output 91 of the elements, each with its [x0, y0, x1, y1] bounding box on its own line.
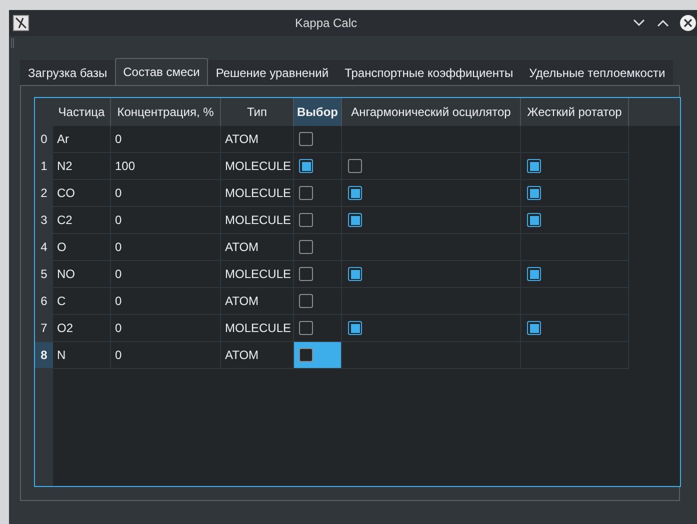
- minimize-icon[interactable]: [633, 19, 645, 27]
- table-cell: CO: [53, 180, 111, 207]
- checkbox[interactable]: [348, 321, 362, 335]
- table-cell: 0: [111, 261, 221, 288]
- column-header[interactable]: Ангармонический осцилятор: [342, 98, 521, 126]
- maximize-icon[interactable]: [657, 19, 669, 27]
- tab[interactable]: Загрузка базы: [20, 60, 116, 85]
- table-cell[interactable]: [342, 126, 521, 153]
- table-cell[interactable]: [342, 207, 521, 234]
- row-header[interactable]: 4: [35, 234, 53, 261]
- tab[interactable]: Решение уравнений: [208, 60, 337, 85]
- checkbox[interactable]: [299, 159, 313, 173]
- tab[interactable]: Транспортные коэффициенты: [336, 60, 522, 85]
- table-cell[interactable]: [521, 261, 629, 288]
- checkbox[interactable]: [348, 159, 362, 173]
- table-cell[interactable]: [342, 342, 521, 369]
- checkbox[interactable]: [348, 186, 362, 200]
- table-cell: C: [53, 288, 111, 315]
- table-cell: MOLECULE: [221, 153, 294, 180]
- table-cell[interactable]: [294, 234, 342, 261]
- checkbox[interactable]: [348, 213, 362, 227]
- checkbox[interactable]: [527, 213, 541, 227]
- table-cell: MOLECULE: [221, 315, 294, 342]
- table-cell: Ar: [53, 126, 111, 153]
- checkbox[interactable]: [299, 186, 313, 200]
- table-cell[interactable]: [342, 261, 521, 288]
- table-cell: 0: [111, 207, 221, 234]
- checkbox[interactable]: [527, 321, 541, 335]
- table-cell[interactable]: [521, 315, 629, 342]
- table-cell: 0: [111, 180, 221, 207]
- column-header[interactable]: Частица: [53, 98, 111, 126]
- table-cell: O: [53, 234, 111, 261]
- checkbox[interactable]: [299, 213, 313, 227]
- column-header[interactable]: Жесткий ротатор: [521, 98, 629, 126]
- table-cell: O2: [53, 315, 111, 342]
- table-cell: MOLECULE: [221, 261, 294, 288]
- table-cell[interactable]: [294, 126, 342, 153]
- table-cell: 100: [111, 153, 221, 180]
- checkbox[interactable]: [527, 159, 541, 173]
- row-header[interactable]: 2: [35, 180, 53, 207]
- table-cell: N: [53, 342, 111, 369]
- checkbox[interactable]: [299, 321, 313, 335]
- close-icon[interactable]: [679, 14, 697, 32]
- table-cell: ATOM: [221, 288, 294, 315]
- checkbox[interactable]: [299, 294, 313, 308]
- row-header[interactable]: 6: [35, 288, 53, 315]
- row-header[interactable]: 5: [35, 261, 53, 288]
- window-title: Kappa Calc: [294, 15, 358, 32]
- checkbox[interactable]: [527, 267, 541, 281]
- table-cell: 0: [111, 126, 221, 153]
- table-cell: ATOM: [221, 126, 294, 153]
- table-cell: C2: [53, 207, 111, 234]
- tab[interactable]: Состав смеси: [115, 58, 208, 85]
- checkbox[interactable]: [299, 348, 313, 362]
- table-cell[interactable]: [521, 207, 629, 234]
- table-cell[interactable]: [521, 153, 629, 180]
- checkbox[interactable]: [348, 267, 362, 281]
- table-cell[interactable]: [342, 315, 521, 342]
- checkbox[interactable]: [527, 186, 541, 200]
- table-cell: NO: [53, 261, 111, 288]
- row-header[interactable]: 0: [35, 126, 53, 153]
- row-header[interactable]: 8: [35, 342, 53, 369]
- table-cell: 0: [111, 315, 221, 342]
- table-cell[interactable]: [294, 180, 342, 207]
- table-cell: ATOM: [221, 234, 294, 261]
- table-cell[interactable]: [294, 261, 342, 288]
- table-cell[interactable]: [342, 180, 521, 207]
- checkbox[interactable]: [299, 267, 313, 281]
- app-icon: [13, 15, 29, 31]
- table-cell: N2: [53, 153, 111, 180]
- checkbox[interactable]: [299, 240, 313, 254]
- table-cell[interactable]: [521, 180, 629, 207]
- row-header[interactable]: 3: [35, 207, 53, 234]
- column-header[interactable]: Выбор: [294, 98, 342, 126]
- tab[interactable]: Удельные теплоемкости: [521, 60, 674, 85]
- table-cell[interactable]: [342, 153, 521, 180]
- table-cell: MOLECULE: [221, 207, 294, 234]
- table-cell: MOLECULE: [221, 180, 294, 207]
- toolbar-handle[interactable]: [11, 38, 14, 48]
- column-header[interactable]: Концентрация, %: [111, 98, 221, 126]
- table-cell[interactable]: [521, 126, 629, 153]
- table-cell[interactable]: [294, 153, 342, 180]
- table-cell: 0: [111, 342, 221, 369]
- row-header[interactable]: 7: [35, 315, 53, 342]
- table-cell[interactable]: [294, 207, 342, 234]
- table-cell[interactable]: [294, 342, 342, 369]
- table-cell: 0: [111, 234, 221, 261]
- table-cell[interactable]: [294, 288, 342, 315]
- checkbox[interactable]: [299, 132, 313, 146]
- table-cell: 0: [111, 288, 221, 315]
- row-header[interactable]: 1: [35, 153, 53, 180]
